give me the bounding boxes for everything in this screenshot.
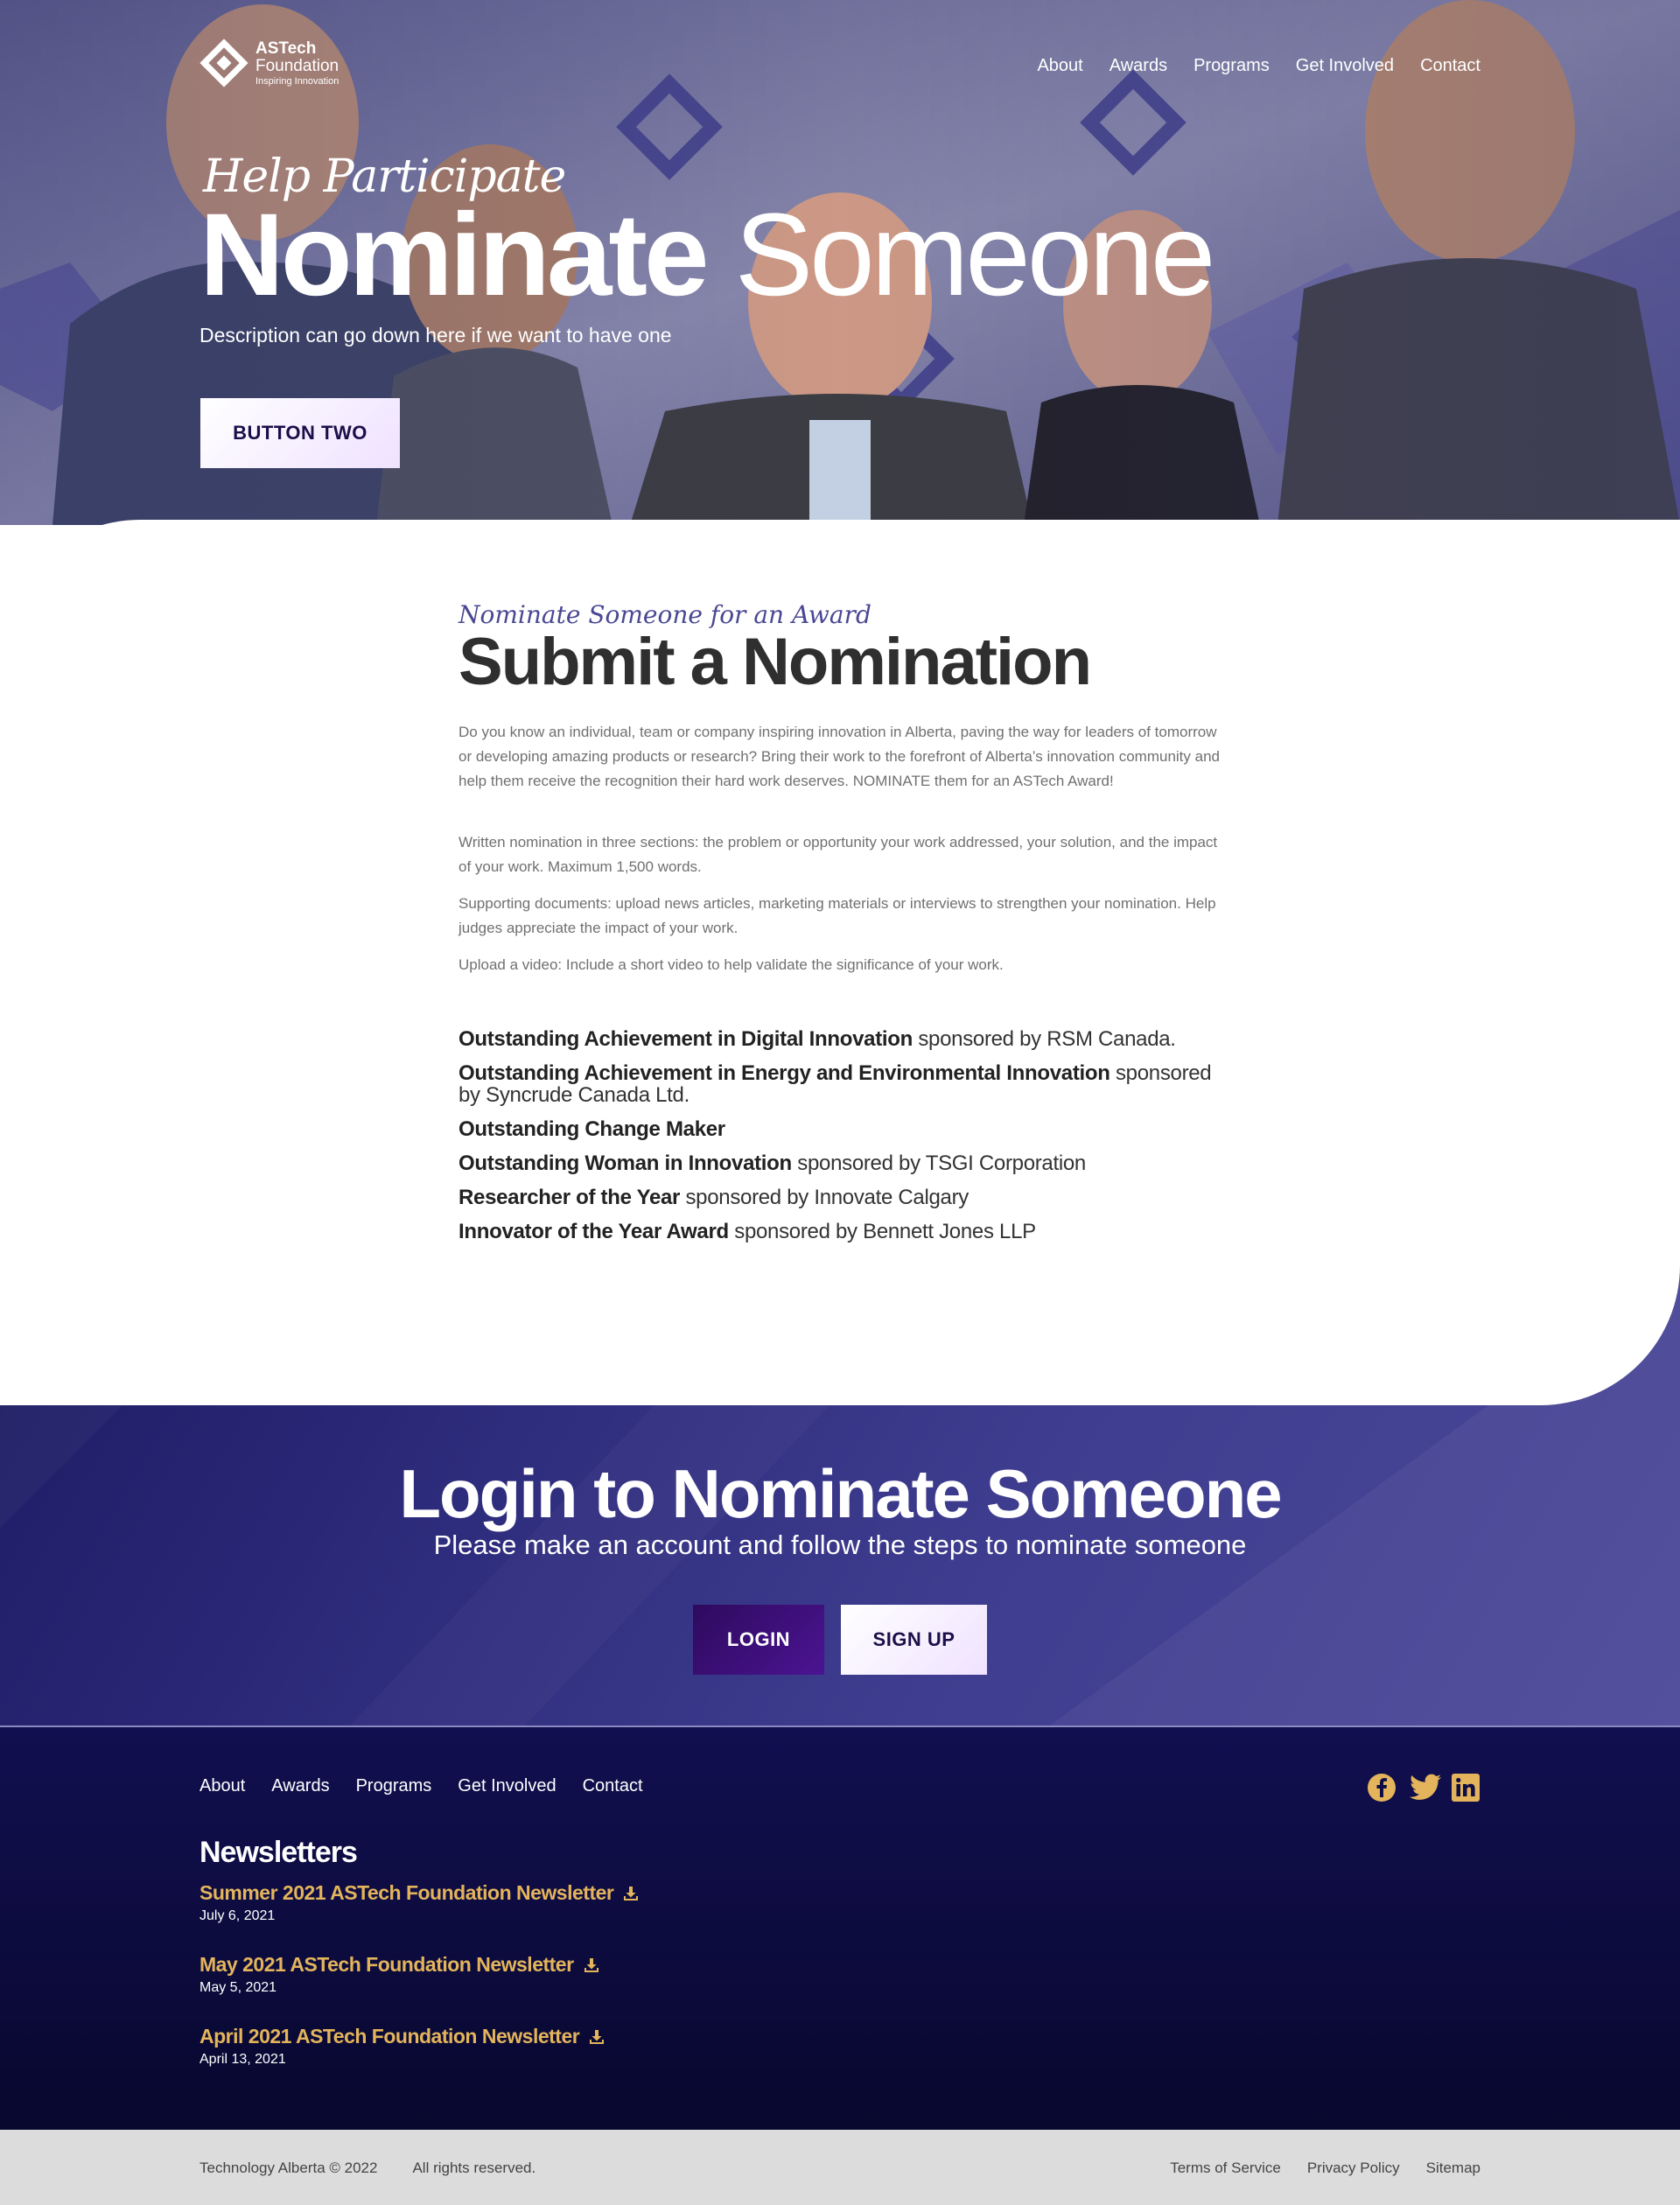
newsletter-date: May 5, 2021 — [200, 1980, 277, 1995]
terms-link[interactable]: Terms of Service — [1170, 2160, 1281, 2177]
newsletter-date: April 13, 2021 — [200, 2052, 286, 2067]
login-subtitle: Please make an account and follow the st… — [433, 1530, 1247, 1560]
newsletter-item: Summer 2021 ASTech Foundation Newsletter… — [200, 1881, 640, 1924]
hero-description: Description can go down here if we want … — [200, 324, 672, 346]
newsletter-link[interactable]: May 2021 ASTech Foundation Newsletter — [200, 1953, 600, 1977]
award-name: Outstanding Change Maker — [458, 1116, 725, 1141]
newsletter-item: May 2021 ASTech Foundation Newsletter Ma… — [200, 1953, 600, 1996]
social-links — [1367, 1773, 1480, 1802]
rights-text: All rights reserved. — [412, 2160, 536, 2176]
award-name: Innovator of the Year Award — [458, 1219, 729, 1243]
award-item: Innovator of the Year Award sponsored by… — [458, 1221, 1220, 1242]
astech-logo-icon — [200, 38, 248, 88]
footer-nav-get-involved[interactable]: Get Involved — [458, 1776, 556, 1796]
requirement-video: Upload a video: Include a short video to… — [458, 956, 1004, 973]
newsletter-title: Summer 2021 ASTech Foundation Newsletter — [200, 1881, 614, 1904]
main-nav: About Awards Programs Get Involved Conta… — [1037, 56, 1480, 76]
privacy-link[interactable]: Privacy Policy — [1307, 2160, 1400, 2177]
nav-item-contact[interactable]: Contact — [1420, 56, 1480, 76]
logo-tagline: Inspiring Innovation — [256, 75, 340, 87]
award-sponsor: sponsored by RSM Canada. — [912, 1026, 1176, 1051]
copyright-block: Technology Alberta © 2022 All rights res… — [200, 2160, 536, 2177]
signup-button[interactable]: SIGN UP — [841, 1605, 987, 1675]
newsletter-link[interactable]: April 2021 ASTech Foundation Newsletter — [200, 2025, 606, 2048]
award-name: Outstanding Woman in Innovation — [458, 1151, 792, 1175]
award-sponsor: sponsored by TSGI Corporation — [791, 1151, 1086, 1175]
newsletter-date: July 6, 2021 — [200, 1908, 276, 1923]
login-title: Login to Nominate Someone — [399, 1455, 1282, 1532]
login-button[interactable]: LOGIN — [693, 1605, 824, 1675]
requirement-written: Written nomination in three sections: th… — [458, 833, 1218, 875]
newsletter-link[interactable]: Summer 2021 ASTech Foundation Newsletter — [200, 1881, 640, 1905]
sitemap-link[interactable]: Sitemap — [1426, 2160, 1480, 2177]
requirement-documents: Supporting documents: upload news articl… — [458, 894, 1216, 936]
award-name: Outstanding Achievement in Digital Innov… — [458, 1026, 913, 1051]
download-icon — [584, 1957, 598, 1972]
hero-title: Nominate Someone — [200, 190, 1216, 320]
award-name: Outstanding Achievement in Energy and En… — [458, 1060, 1110, 1085]
awards-list: Outstanding Achievement in Digital Innov… — [458, 1028, 1220, 1242]
copyright-text: Technology Alberta © 2022 — [200, 2160, 378, 2176]
content-title: Submit a Nomination — [458, 627, 1220, 697]
footer-nav: About Awards Programs Get Involved Conta… — [200, 1776, 643, 1796]
award-item: Outstanding Woman in Innovation sponsore… — [458, 1152, 1220, 1174]
logo-name-line1: ASTech — [256, 38, 317, 58]
award-sponsor: sponsored by Bennett Jones LLP — [728, 1219, 1036, 1243]
award-item: Researcher of the Year sponsored by Inno… — [458, 1186, 1220, 1208]
hero-title-light: Someone — [734, 190, 1216, 320]
nav-item-programs[interactable]: Programs — [1194, 56, 1270, 76]
award-name: Researcher of the Year — [458, 1185, 681, 1209]
linkedin-icon[interactable] — [1451, 1773, 1480, 1802]
nomination-content: Nominate Someone for an Award Submit a N… — [458, 600, 1220, 1255]
footer-nav-programs[interactable]: Programs — [356, 1776, 432, 1796]
hero-title-bold: Nominate — [200, 190, 710, 320]
nav-item-awards[interactable]: Awards — [1110, 56, 1167, 76]
award-item: Outstanding Achievement in Energy and En… — [458, 1062, 1220, 1106]
logo-name-line2: Foundation — [256, 56, 340, 75]
footer-nav-about[interactable]: About — [200, 1776, 245, 1796]
newsletter-item: April 2021 ASTech Foundation Newsletter … — [200, 2025, 606, 2068]
content-title-light: Submit a — [458, 625, 727, 699]
award-item: Outstanding Achievement in Digital Innov… — [458, 1028, 1220, 1050]
content-title-bold: Nomination — [742, 625, 1092, 699]
logo-wordmark: ASTech Foundation Inspiring Innovation — [256, 40, 339, 87]
nav-item-get-involved[interactable]: Get Involved — [1296, 56, 1394, 76]
newsletter-title: April 2021 ASTech Foundation Newsletter — [200, 2025, 580, 2048]
footer-nav-contact[interactable]: Contact — [583, 1776, 643, 1796]
facebook-icon[interactable] — [1367, 1773, 1396, 1802]
download-icon — [624, 1886, 639, 1900]
award-sponsor: sponsored by Innovate Calgary — [680, 1185, 969, 1209]
legal-links: Terms of Service Privacy Policy Sitemap — [1170, 2160, 1480, 2177]
newsletter-title: May 2021 ASTech Foundation Newsletter — [200, 1953, 574, 1976]
newsletters-heading: Newsletters — [200, 1836, 358, 1869]
download-icon — [590, 2029, 605, 2044]
nav-item-about[interactable]: About — [1037, 56, 1082, 76]
hero-button-two[interactable]: BUTTON TWO — [200, 398, 400, 468]
site-logo[interactable]: ASTech Foundation Inspiring Innovation — [200, 38, 339, 88]
twitter-icon[interactable] — [1409, 1773, 1441, 1802]
footer-nav-awards[interactable]: Awards — [271, 1776, 329, 1796]
award-item: Outstanding Change Maker — [458, 1118, 1220, 1140]
intro-paragraph: Do you know an individual, team or compa… — [458, 723, 1220, 789]
